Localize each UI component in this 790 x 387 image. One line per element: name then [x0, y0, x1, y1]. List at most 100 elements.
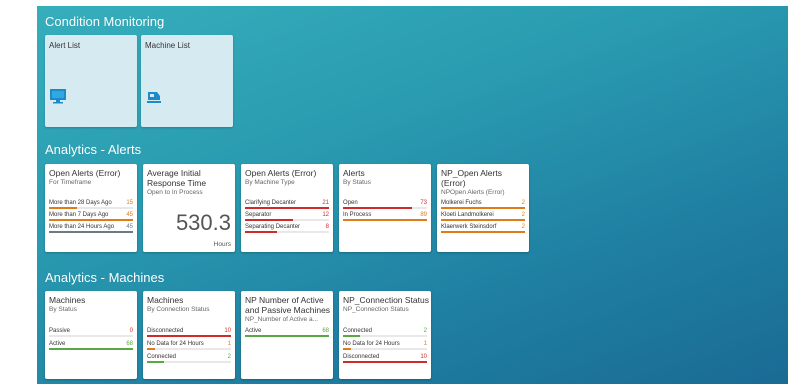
row-bar-track [343, 219, 427, 221]
tile-subtitle: For Timeframe [49, 179, 92, 186]
row-bar [343, 219, 427, 221]
row-label: More than 24 Hours Ago [49, 224, 115, 230]
row-label: In Process [343, 212, 372, 218]
tile-alert-list[interactable]: Alert List [45, 35, 137, 127]
tile-row: No Data for 24 Hours 1 [343, 341, 427, 353]
row-value: 2 [521, 200, 525, 206]
tile-row: Molkerei Fuchs 2 [441, 200, 525, 212]
row-bar [49, 219, 133, 221]
tile-machines-by-status[interactable]: Machines By Status Passive 0 Active 68 [45, 291, 137, 379]
tile-title: Open Alerts (Error) [245, 168, 317, 178]
row-bar-track [343, 348, 427, 350]
tile-alerts-by-status[interactable]: Alerts By Status Open 73 In Process 89 [339, 164, 431, 252]
section-title-analytics-alerts: Analytics - Alerts [45, 142, 142, 157]
tile-title: Machines [49, 295, 86, 305]
row-value: 2 [521, 212, 525, 218]
tile-machines-by-connection[interactable]: Machines By Connection Status Disconnect… [143, 291, 235, 379]
row-bar [49, 231, 133, 233]
tile-subtitle: By Status [343, 179, 371, 186]
row-bar [147, 361, 164, 363]
row-value: 2 [521, 224, 525, 230]
row-bar [441, 207, 525, 209]
row-value: 10 [420, 354, 427, 360]
row-value: 15 [126, 200, 133, 206]
row-bar-track [147, 335, 231, 337]
row-label: Separator [245, 212, 272, 218]
tile-subtitle: By Status [49, 306, 77, 313]
row-label: Passive [49, 328, 71, 334]
tile-np-open-alerts[interactable]: NP_Open Alerts (Error) NPOpen Alerts (Er… [437, 164, 529, 252]
row-label: More than 28 Days Ago [49, 200, 112, 206]
row-bar-track [245, 207, 329, 209]
tile-open-alerts-timeframe[interactable]: Open Alerts (Error) For Timeframe More t… [45, 164, 137, 252]
tile-machine-list[interactable]: Machine List [141, 35, 233, 127]
tile-row: Active 68 [49, 341, 133, 353]
tile-title: Machine List [145, 41, 190, 50]
tile-title: NP_Connection Status [343, 295, 429, 305]
row-bar [245, 231, 277, 233]
monitor-icon [50, 89, 66, 104]
row-value: 68 [126, 341, 133, 347]
row-bar-track [441, 231, 525, 233]
launchpad: Condition Monitoring Alert List Machine … [37, 6, 788, 384]
tile-row: Active 68 [245, 328, 329, 340]
tile-row: Separator 12 [245, 212, 329, 224]
row-bar [245, 219, 293, 221]
row-label: Open [343, 200, 358, 206]
tile-row: More than 24 Hours Ago 45 [49, 224, 133, 236]
row-bar [343, 361, 427, 363]
row-bar-track [245, 231, 329, 233]
tile-row: Disconnected 10 [147, 328, 231, 340]
row-bar [49, 207, 77, 209]
row-bar-track [343, 361, 427, 363]
row-label: Molkerei Fuchs [441, 200, 482, 206]
row-bar [343, 207, 412, 209]
row-bar-track [49, 207, 133, 209]
row-value: 89 [420, 212, 427, 218]
kpi-unit: Hours [213, 241, 231, 248]
tile-row: Passive 0 [49, 328, 133, 340]
row-label: Clarifying Decanter [245, 200, 297, 206]
tile-subtitle: By Connection Status [147, 306, 210, 313]
tile-title: Machines [147, 295, 184, 305]
tile-np-active-passive-machines[interactable]: NP Number of Active and Passive Machines… [241, 291, 333, 379]
row-bar-track [147, 348, 231, 350]
row-bar [147, 335, 231, 337]
row-value: 2 [227, 354, 231, 360]
row-bar [343, 348, 352, 350]
tile-row: Klaerwerk Steinsdorf 2 [441, 224, 525, 236]
tile-average-response-time[interactable]: Average Initial Response Time Open to In… [143, 164, 235, 252]
row-value: 1 [227, 341, 231, 347]
row-bar-track [147, 361, 231, 363]
row-bar [441, 219, 525, 221]
row-label: Disconnected [147, 328, 184, 334]
tile-title: Alerts [343, 168, 365, 178]
row-bar-track [343, 207, 427, 209]
row-label: Active [49, 341, 66, 347]
row-bar-track [49, 348, 133, 350]
row-value: 45 [126, 212, 133, 218]
row-bar-track [441, 207, 525, 209]
row-value: 2 [423, 328, 427, 334]
row-value: 1 [423, 341, 427, 347]
row-value: 68 [322, 328, 329, 334]
tile-subtitle: NPOpen Alerts (Error) [441, 189, 505, 196]
row-label: More than 7 Days Ago [49, 212, 109, 218]
row-bar-track [245, 219, 329, 221]
row-label: No Data for 24 Hours [147, 341, 204, 347]
row-bar-track [343, 335, 427, 337]
row-bar [441, 231, 525, 233]
row-label: Separating Decanter [245, 224, 301, 230]
row-bar [147, 348, 156, 350]
row-bar-track [49, 219, 133, 221]
tile-row: Separating Decanter 8 [245, 224, 329, 236]
tile-row: No Data for 24 Hours 1 [147, 341, 231, 353]
tile-row: In Process 89 [343, 212, 427, 224]
tile-open-alerts-machine-type[interactable]: Open Alerts (Error) By Machine Type Clar… [241, 164, 333, 252]
tile-subtitle: NP_Connection Status [343, 306, 409, 313]
row-label: Kloeti Landmolkerei [441, 212, 494, 218]
row-value: 73 [420, 200, 427, 206]
tile-np-connection-status[interactable]: NP_Connection Status NP_Connection Statu… [339, 291, 431, 379]
tile-row: Open 73 [343, 200, 427, 212]
tile-row: More than 28 Days Ago 15 [49, 200, 133, 212]
